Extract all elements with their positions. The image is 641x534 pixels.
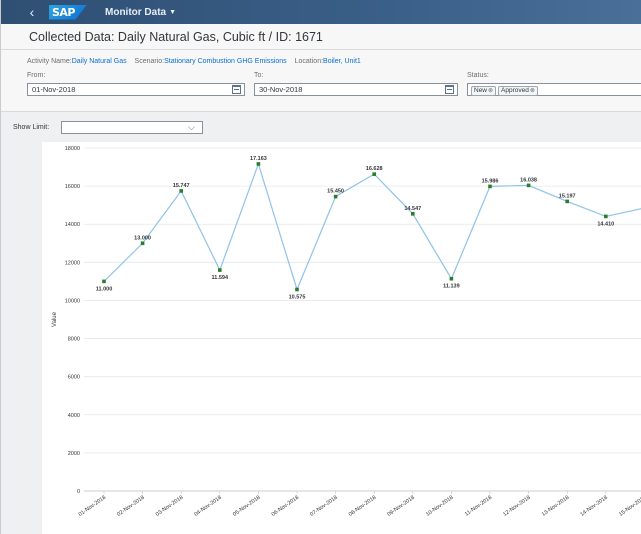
data-point (604, 214, 608, 219)
calendar-icon[interactable] (232, 85, 241, 94)
data-label: 11.139 (443, 284, 460, 290)
data-point (488, 184, 492, 189)
status-multi-input[interactable]: New⊗ Approved⊗ (467, 83, 641, 96)
chevron-down-icon: ⌵ (188, 122, 195, 132)
page-title: Collected Data: Daily Natural Gas, Cubic… (29, 30, 323, 44)
y-tick-label: 18000 (65, 146, 80, 152)
data-point (179, 189, 183, 193)
data-label: 10.575 (289, 294, 306, 300)
data-point (411, 211, 415, 216)
data-point (372, 172, 376, 176)
x-tick-label: 13-Nov-2018 (541, 495, 570, 518)
data-point (295, 287, 299, 292)
x-tick-label: 07-Nov-2018 (309, 495, 338, 518)
back-button[interactable]: ‹ (19, 0, 45, 24)
x-tick-label: 15-Nov-2018 (618, 495, 641, 518)
activity-name-value: Daily Natural Gas (71, 58, 127, 65)
data-label: 15.747 (173, 183, 190, 189)
from-date-value: 01-Nov-2018 (32, 85, 76, 94)
x-tick-label: 14-Nov-2018 (579, 495, 608, 518)
x-tick-label: 05-Nov-2018 (232, 495, 261, 518)
data-label: 15.986 (482, 178, 499, 184)
y-tick-label: 12000 (65, 260, 80, 266)
data-label: 15.197 (559, 193, 576, 199)
y-tick-label: 14000 (65, 222, 80, 228)
status-label: Status: (467, 72, 489, 79)
data-label: 14.410 (597, 221, 614, 227)
data-label: 11.594 (212, 275, 229, 281)
data-label: 17.163 (250, 156, 267, 162)
y-tick-label: 6000 (68, 375, 80, 381)
show-limit-select[interactable]: ⌵ (61, 121, 203, 134)
scenario-value: Stationary Combustion GHG Emissions (164, 58, 287, 65)
scenario-label: Scenario: (134, 58, 165, 65)
activity-meta: Activity Name:Daily Natural Gas Scenario… (27, 58, 367, 65)
data-label: 16.628 (366, 166, 383, 172)
data-label: 13.000 (134, 235, 151, 241)
data-label: 14.547 (404, 206, 421, 212)
caret-down-icon: ▼ (169, 8, 177, 16)
data-point (449, 276, 454, 281)
status-token-new[interactable]: New⊗ (471, 86, 497, 96)
x-tick-label: 10-Nov-2018 (425, 495, 454, 518)
sap-logo: SAP (49, 4, 87, 20)
y-tick-label: 10000 (65, 298, 80, 304)
location-value: Boiler, Unit1 (323, 58, 361, 65)
data-point (565, 199, 569, 204)
x-tick-label: 06-Nov-2018 (271, 495, 300, 518)
object-header: Collected Data: Daily Natural Gas, Cubic… (1, 24, 641, 50)
y-tick-label: 16000 (65, 184, 80, 190)
shell-bar: ‹ SAP Monitor Data ▼ (1, 0, 641, 24)
x-tick-label: 09-Nov-2018 (386, 495, 415, 518)
app-title-menu[interactable]: Monitor Data ▼ (105, 7, 176, 18)
filter-bar: Activity Name:Daily Natural Gas Scenario… (1, 50, 641, 112)
line-chart: 0 2000 4000 6000 8000 10000 12000 14000 16000 180… (52, 146, 641, 518)
data-point (256, 162, 261, 166)
to-date-input[interactable]: 30-Nov-2018 (254, 83, 458, 96)
remove-token-icon[interactable]: ⊗ (488, 88, 493, 94)
data-label: 15.450 (327, 189, 344, 195)
y-axis-label: Value (52, 311, 58, 327)
y-tick-label: 8000 (68, 337, 80, 343)
data-point (102, 279, 106, 284)
app-title-label: Monitor Data (105, 6, 167, 18)
app-window: ‹ SAP Monitor Data ▼ Collected Data: Dai… (0, 0, 641, 534)
x-tick-label: 12-Nov-2018 (502, 495, 531, 518)
location-label: Location: (294, 58, 324, 65)
chevron-left-icon: ‹ (29, 4, 35, 20)
x-tick-label: 02-Nov-2018 (116, 495, 145, 518)
status-token-approved[interactable]: Approved⊗ (498, 86, 538, 96)
data-label: 11.000 (96, 286, 113, 292)
data-point (526, 183, 531, 188)
from-label: From: (27, 72, 46, 79)
data-label: 16.038 (520, 177, 537, 183)
y-tick-label: 2000 (68, 451, 80, 457)
chart-panel: 0 2000 4000 6000 8000 10000 12000 14000 16000 180… (42, 142, 641, 534)
x-tick-label: 03-Nov-2018 (155, 495, 184, 518)
x-tick-label: 11-Nov-2018 (464, 495, 493, 518)
data-point (218, 268, 222, 272)
x-tick-label: 01-Nov-2018 (78, 495, 107, 518)
from-date-input[interactable]: 01-Nov-2018 (27, 83, 245, 96)
x-tick-label: 08-Nov-2018 (348, 495, 377, 518)
to-date-value: 30-Nov-2018 (259, 85, 303, 94)
y-tick-label: 4000 (68, 413, 80, 419)
show-limit-label: Show Limit: (13, 124, 50, 131)
data-point (333, 194, 338, 199)
to-label: To: (254, 72, 264, 79)
y-tick-label: 0 (77, 489, 80, 495)
content-area: Show Limit: ⌵ 0 2000 4000 6000 8000 10000 1200… (1, 112, 641, 534)
activity-name-label: Activity Name: (27, 58, 72, 65)
x-tick-label: 04-Nov-2018 (193, 495, 222, 518)
data-point (140, 241, 145, 246)
calendar-icon[interactable] (445, 85, 454, 94)
remove-token-icon[interactable]: ⊗ (530, 88, 535, 94)
